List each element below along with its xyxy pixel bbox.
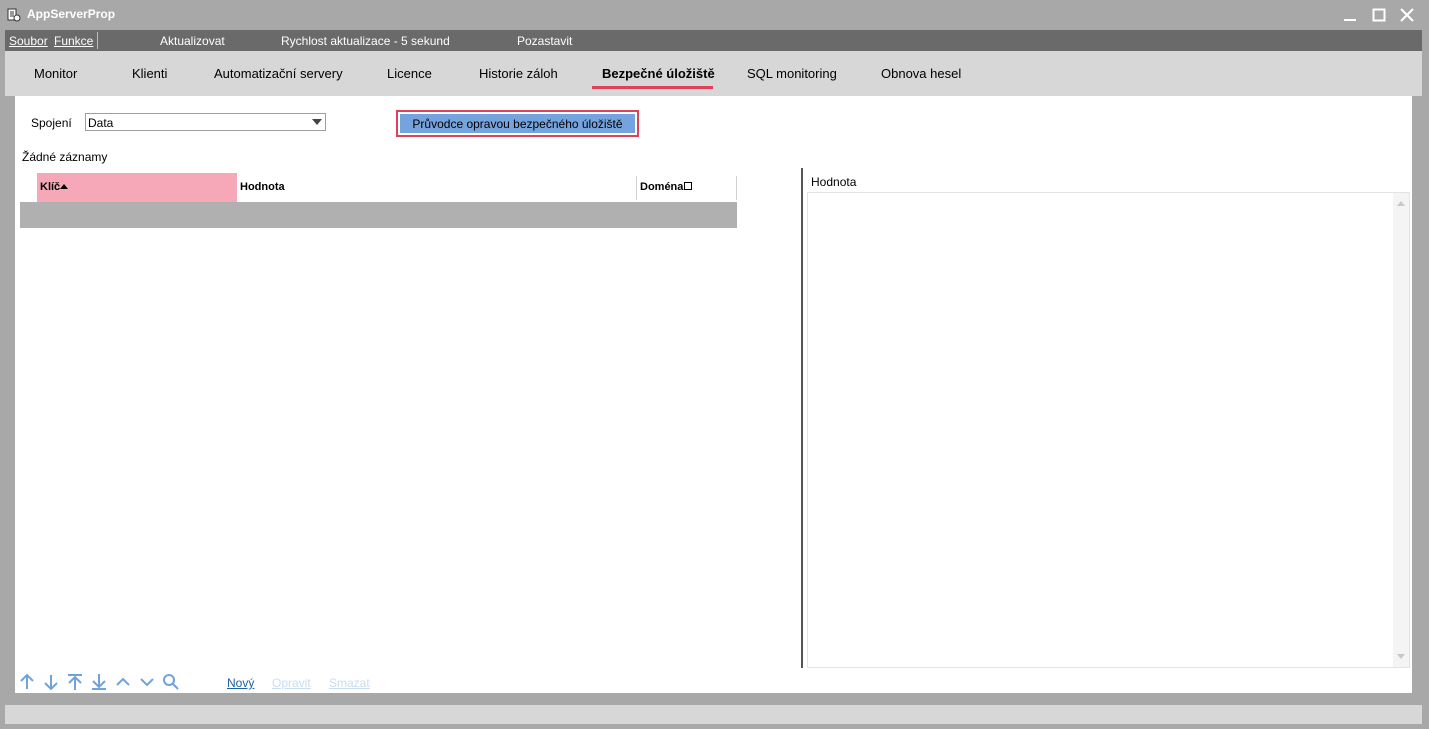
column-header-klic[interactable]: Klíč [37, 173, 237, 202]
chevron-down-icon[interactable] [137, 673, 157, 691]
search-icon[interactable] [161, 673, 181, 691]
connection-select[interactable]: Data [85, 113, 326, 131]
checkbox-icon[interactable] [684, 182, 692, 190]
tab-klienti[interactable]: Klienti [132, 66, 167, 81]
arrow-down-icon[interactable] [41, 673, 61, 691]
column-divider[interactable] [636, 176, 637, 200]
panel-splitter[interactable] [801, 168, 803, 668]
title-bar: AppServerProp [0, 0, 1429, 30]
sort-ascending-icon [60, 184, 68, 189]
menu-separator [97, 32, 98, 49]
table-row[interactable] [20, 202, 737, 228]
arrow-up-icon[interactable] [17, 673, 37, 691]
active-tab-indicator [592, 86, 713, 89]
menu-rychlost-aktualizace[interactable]: Rychlost aktualizace - 5 sekund [281, 34, 450, 48]
connection-label: Spojení [31, 116, 72, 130]
tab-sql-monitoring[interactable]: SQL monitoring [747, 66, 837, 81]
record-count-status: Žádné záznamy [22, 150, 108, 164]
chevron-up-icon[interactable] [113, 673, 133, 691]
grid-header: Klíč Hodnota Doména [20, 173, 737, 202]
repair-wizard-label: Průvodce opravou bezpečného úložiště [400, 114, 635, 133]
column-header-domena[interactable]: Doména [640, 181, 683, 193]
close-icon[interactable] [1393, 0, 1421, 30]
minimize-icon[interactable] [1336, 0, 1364, 30]
scroll-up-icon[interactable] [1397, 201, 1405, 206]
maximize-icon[interactable] [1365, 0, 1393, 30]
menu-bar: Soubor Funkce Aktualizovat Rychlost aktu… [5, 30, 1422, 51]
connection-value: Data [88, 116, 114, 130]
tab-monitor[interactable]: Monitor [34, 66, 77, 81]
tab-obnova-hesel[interactable]: Obnova hesel [881, 66, 961, 81]
arrow-first-icon[interactable] [65, 673, 85, 691]
value-panel-label: Hodnota [811, 175, 857, 189]
window-title: AppServerProp [27, 7, 116, 21]
new-link[interactable]: Nový [227, 676, 254, 690]
menu-aktualizovat[interactable]: Aktualizovat [160, 34, 225, 48]
arrow-last-icon[interactable] [89, 673, 109, 691]
app-icon [7, 8, 21, 22]
menu-pozastavit[interactable]: Pozastavit [517, 34, 572, 48]
menu-funkce[interactable]: Funkce [54, 34, 93, 48]
menu-soubor[interactable]: Soubor [9, 34, 48, 48]
tab-licence[interactable]: Licence [387, 66, 432, 81]
edit-link[interactable]: Opravit [272, 676, 311, 690]
column-divider[interactable] [736, 176, 737, 200]
repair-wizard-button[interactable]: Průvodce opravou bezpečného úložiště [396, 110, 639, 137]
scroll-down-icon[interactable] [1397, 654, 1405, 659]
column-header-hodnota[interactable]: Hodnota [240, 181, 285, 193]
tab-historie-zaloh[interactable]: Historie záloh [479, 66, 558, 81]
tab-bezpecne-uloziste[interactable]: Bezpečné úložiště [602, 66, 715, 81]
delete-link[interactable]: Smazat [329, 676, 370, 690]
tab-automatizacni-servery[interactable]: Automatizační servery [214, 66, 343, 81]
chevron-down-icon [312, 119, 322, 125]
vertical-scrollbar[interactable] [1393, 193, 1409, 667]
status-bar [5, 705, 1422, 724]
tab-bar: Monitor Klienti Automatizační servery Li… [5, 51, 1422, 96]
value-textarea[interactable] [807, 192, 1410, 668]
column-label-klic: Klíč [40, 181, 61, 193]
